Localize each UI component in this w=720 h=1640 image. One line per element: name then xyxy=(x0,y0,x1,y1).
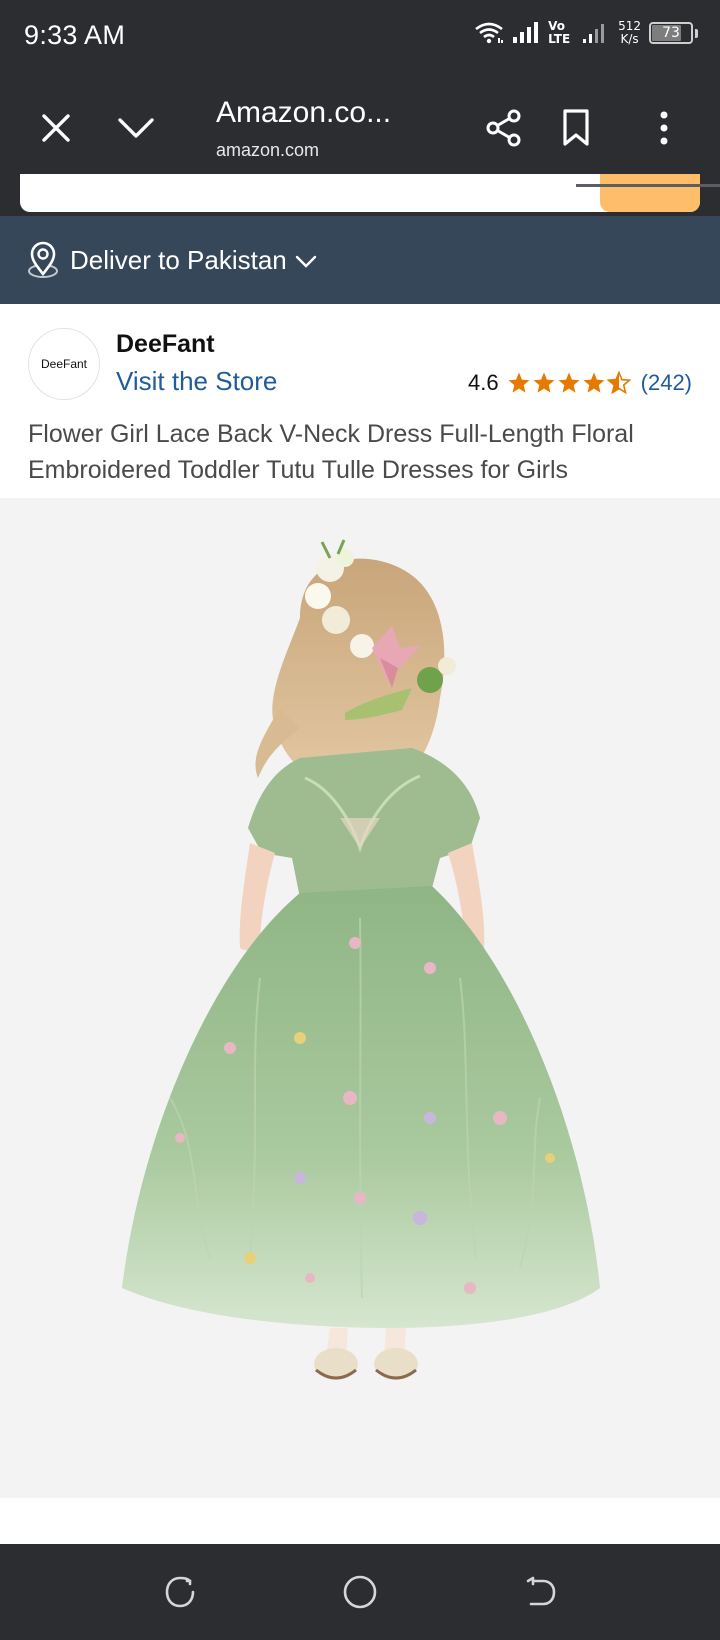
brand-logo[interactable]: DeeFant xyxy=(28,328,100,400)
status-icons: Vo LTE 512 K/s 73 xyxy=(474,20,698,46)
back-button[interactable] xyxy=(514,1566,566,1618)
share-icon xyxy=(486,109,521,147)
home-button[interactable] xyxy=(334,1566,386,1618)
page-url: amazon.com xyxy=(216,140,320,160)
product-title: Flower Girl Lace Back V-Neck Dress Full-… xyxy=(28,420,634,484)
page-title: Amazon.co... xyxy=(216,96,392,129)
browser-toolbar: Amazon.co... amazon.com xyxy=(0,74,720,184)
recent-apps-icon xyxy=(165,1576,195,1608)
net-speed: 512 K/s xyxy=(618,19,641,46)
store-header: DeeFant DeeFant Visit the Store 4.6 (242… xyxy=(0,304,720,412)
wifi-icon xyxy=(475,22,504,44)
battery-icon: 73 xyxy=(649,22,693,44)
more-vert-icon xyxy=(660,111,668,145)
status-bar: 9:33 AM Vo LTE 512 K/s 73 xyxy=(0,0,720,74)
more-options-button[interactable] xyxy=(638,102,690,154)
close-icon xyxy=(42,114,70,142)
star-icon xyxy=(533,372,555,393)
star-rating xyxy=(507,371,631,395)
visit-store-link[interactable]: Visit the Store xyxy=(116,366,277,397)
location-pin-icon xyxy=(28,241,58,278)
search-input[interactable] xyxy=(20,174,700,212)
battery-level: 73 xyxy=(662,25,680,41)
rating-value: 4.6 xyxy=(468,370,499,395)
home-icon xyxy=(343,1575,377,1609)
share-button[interactable] xyxy=(478,102,530,154)
minimize-button[interactable] xyxy=(110,102,162,154)
star-icon xyxy=(508,372,530,393)
half-star-icon xyxy=(606,371,631,395)
volte-indicator: Vo LTE xyxy=(548,19,571,46)
deliver-location-text: Deliver to Pakistan xyxy=(70,244,287,275)
battery-tip xyxy=(695,28,698,38)
brand-name: DeeFant xyxy=(116,330,215,358)
system-nav-bar xyxy=(0,1544,720,1640)
review-count-link[interactable]: (242) xyxy=(641,370,692,396)
chevron-down-icon xyxy=(118,118,154,138)
search-button[interactable] xyxy=(600,174,700,212)
bookmark-button[interactable] xyxy=(550,102,602,154)
back-icon xyxy=(526,1576,556,1606)
star-icon xyxy=(558,372,580,393)
chevron-down-icon xyxy=(295,255,316,268)
close-button[interactable] xyxy=(30,102,82,154)
star-icon xyxy=(583,372,605,393)
below-image-area xyxy=(0,1498,720,1544)
recent-apps-button[interactable] xyxy=(154,1566,206,1618)
signal-2-icon xyxy=(583,24,605,43)
status-time: 9:33 AM xyxy=(24,20,126,50)
search-bar-remnant xyxy=(0,174,720,216)
rating-summary[interactable]: 4.6 (242) xyxy=(468,370,692,396)
bookmark-icon xyxy=(563,109,589,146)
deliver-to-bar[interactable]: Deliver to Pakistan xyxy=(0,216,720,304)
progress-line xyxy=(576,184,720,187)
signal-icon xyxy=(513,22,539,43)
product-image[interactable] xyxy=(0,498,720,1498)
product-photo xyxy=(122,539,600,1380)
